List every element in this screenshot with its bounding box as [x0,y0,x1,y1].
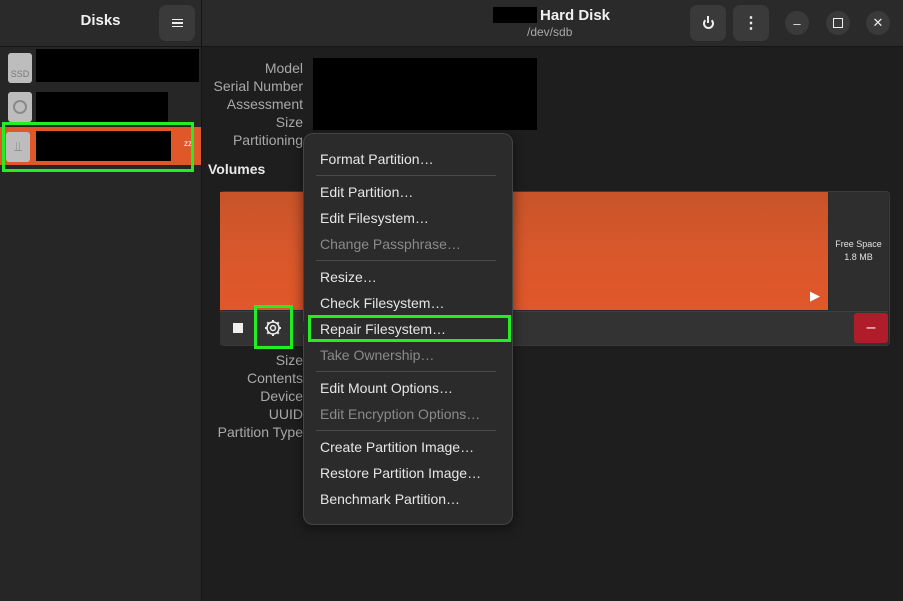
assessment-label: Assessment [226,96,303,112]
highlight-box-gear [254,305,293,349]
sidebar-item-device-1[interactable]: SSD [2,49,200,87]
menu-separator [316,371,496,372]
partition-type-label: Partition Type [217,424,303,440]
model-label: Model [264,60,303,76]
unmount-button[interactable] [223,313,253,343]
menu-item-take-ownership: Take Ownership… [320,347,435,363]
power-icon [702,15,714,29]
main-menu-button[interactable] [159,5,195,41]
maximize-icon [833,18,843,28]
free-space-size: 1.8 MB [844,252,873,262]
delete-partition-button[interactable]: – [854,313,888,343]
power-off-button[interactable] [690,5,726,41]
menu-separator [316,260,496,261]
drive-info-values-redacted [313,58,537,130]
menu-item-edit-mount-options[interactable]: Edit Mount Options… [320,380,453,396]
hamburger-menu-icon [171,17,183,30]
device-name-redacted [36,49,199,82]
menu-separator [316,430,496,431]
disk-size-redacted [493,7,537,23]
device-label: Device [260,388,303,404]
partition-size-label: Size [275,352,303,368]
stop-icon [233,323,243,333]
menu-item-restore-partition-image[interactable]: Restore Partition Image… [320,465,481,481]
drive-options-button[interactable]: ⋮ [733,5,769,41]
contents-label: Contents [246,370,303,386]
highlight-box-device [2,122,194,172]
menu-item-format-partition[interactable]: Format Partition… [320,151,434,167]
minimize-button[interactable]: – [785,11,809,35]
serial-number-label: Serial Number [213,78,303,94]
size-label: Size [275,114,303,130]
menu-separator [316,175,496,176]
menu-item-resize[interactable]: Resize… [320,269,377,285]
close-icon: ✕ [872,15,884,30]
volumes-heading: Volumes [208,161,266,177]
minimize-icon: – [793,15,801,31]
device-name-redacted [36,92,168,122]
menu-item-benchmark-partition[interactable]: Benchmark Partition… [320,491,460,507]
highlight-box-repair [308,315,511,342]
menu-item-edit-encryption-options: Edit Encryption Options… [320,406,481,422]
ssd-icon: SSD [8,53,32,83]
optical-disc-icon [8,92,32,122]
sidebar-item-device-2[interactable] [2,88,200,126]
menu-item-edit-partition[interactable]: Edit Partition… [320,184,413,200]
menu-item-check-filesystem[interactable]: Check Filesystem… [320,295,444,311]
menu-item-edit-filesystem[interactable]: Edit Filesystem… [320,210,429,226]
disk-title: Hard Disk [540,7,611,24]
close-button[interactable]: ✕ [866,11,890,35]
uuid-label: UUID [268,406,303,422]
disk-path: /dev/sdb [527,25,573,39]
menu-arrow [296,321,304,335]
menu-item-change-passphrase: Change Passphrase… [320,236,461,252]
menu-item-create-partition-image[interactable]: Create Partition Image… [320,439,474,455]
maximize-button[interactable] [826,11,850,35]
minus-icon: – [866,319,876,336]
partitioning-label: Partitioning [232,132,303,148]
free-space-title: Free Space [835,239,882,249]
free-space-block[interactable]: Free Space 1.8 MB [829,192,888,310]
more-vertical-icon: ⋮ [743,15,759,32]
play-icon: ▶ [810,288,820,303]
